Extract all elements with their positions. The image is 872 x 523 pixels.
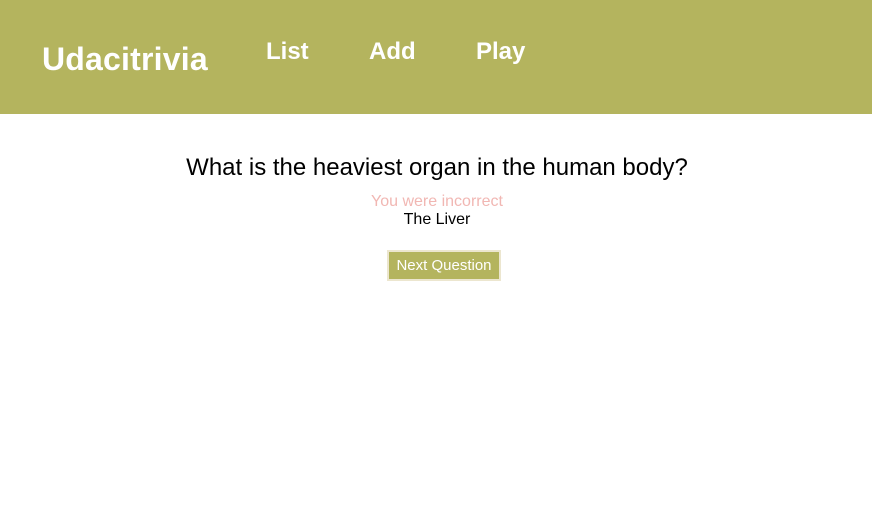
app-header: Udacitrivia List Add Play (0, 0, 872, 114)
brand-logo-link[interactable]: Udacitrivia (42, 40, 208, 78)
result-message: You were incorrect (371, 193, 503, 210)
nav-play-link[interactable]: Play (476, 38, 525, 66)
nav-add-link[interactable]: Add (369, 38, 416, 66)
nav-list-link[interactable]: List (266, 38, 309, 66)
next-question-button[interactable]: Next Question (387, 250, 501, 281)
question-text: What is the heaviest organ in the human … (186, 154, 688, 181)
correct-answer: The Liver (403, 211, 471, 228)
